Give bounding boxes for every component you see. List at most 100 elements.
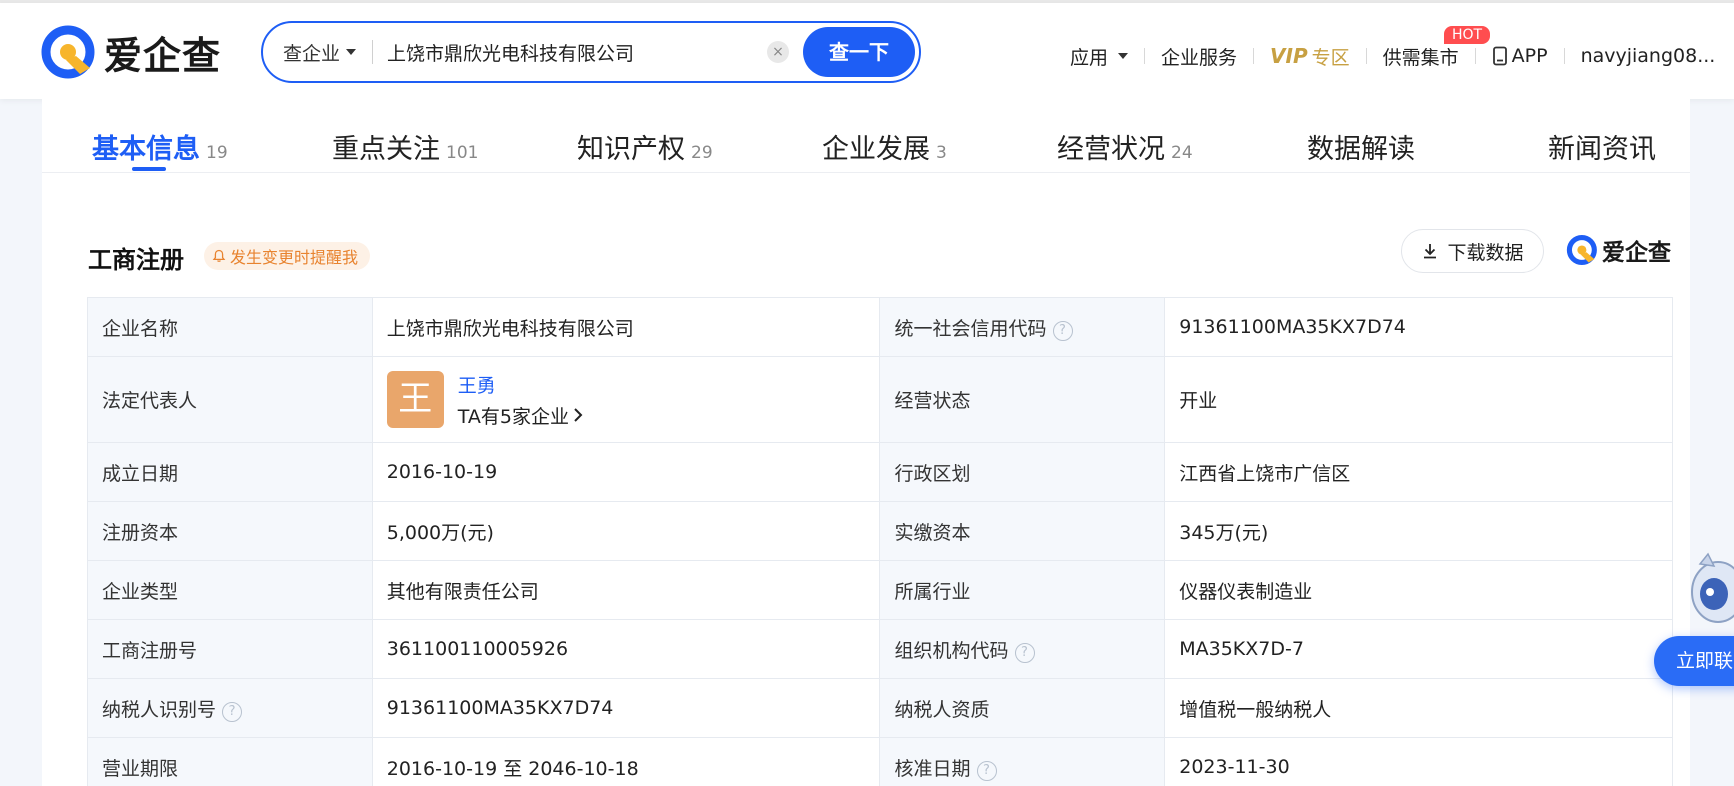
field-value: 361100110005926 bbox=[371, 619, 881, 679]
field-value: 2016-10-19 至 2046-10-18 bbox=[371, 737, 881, 786]
field-value: 2023-11-30 bbox=[1164, 737, 1673, 786]
field-value: 91361100MA35KX7D74 bbox=[371, 678, 881, 738]
field-label: 组织机构代码? bbox=[879, 619, 1166, 679]
table-row: 成立日期 2016-10-19 行政区划 江西省上饶市广信区 bbox=[87, 442, 1673, 502]
chevron-down-icon bbox=[1118, 53, 1129, 59]
search-button[interactable]: 查一下 bbox=[803, 27, 915, 77]
field-value: 5,000万(元) bbox=[371, 501, 881, 561]
brand-text: 爱企查 bbox=[1602, 240, 1671, 266]
tab-intellectual-property[interactable]: 知识产权 29 bbox=[577, 127, 713, 166]
logo-text: 爱企查 bbox=[104, 33, 222, 78]
field-label: 法定代表人 bbox=[87, 356, 373, 443]
tab-label: 基本信息 bbox=[92, 134, 200, 165]
nav-user-account[interactable]: navyjiang08... bbox=[1581, 45, 1716, 67]
legal-representative-link[interactable]: 王勇 bbox=[458, 371, 583, 398]
hot-badge: HOT bbox=[1444, 26, 1491, 44]
field-value: 91361100MA35KX7D74 bbox=[1164, 297, 1673, 357]
tab-basic-info[interactable]: 基本信息 19 bbox=[92, 127, 228, 166]
nav-apps-label: 应用 bbox=[1070, 46, 1109, 69]
table-row: 企业类型 其他有限责任公司 所属行业 仪器仪表制造业 bbox=[87, 560, 1673, 620]
nav-supply-market[interactable]: 供需集市 bbox=[1383, 43, 1459, 70]
tab-news[interactable]: 新闻资讯 bbox=[1548, 127, 1656, 166]
tab-count: 3 bbox=[936, 143, 947, 163]
vip-suffix-label: 专区 bbox=[1311, 46, 1350, 69]
related-companies-label: TA有5家企业 bbox=[457, 405, 569, 428]
logo-q-icon bbox=[1566, 234, 1597, 266]
help-icon[interactable]: ? bbox=[222, 701, 243, 722]
field-label: 纳税人识别号? bbox=[87, 678, 373, 738]
search-input[interactable] bbox=[387, 41, 758, 63]
tab-count: 24 bbox=[1171, 143, 1193, 163]
search-type-select[interactable]: 查企业 bbox=[283, 39, 357, 66]
tab-bar: 基本信息 19 重点关注 101 知识产权 29 企业发展 3 经营状况 24 数据解读 … bbox=[42, 99, 1690, 173]
field-label: 实缴资本 bbox=[879, 501, 1166, 561]
search-type-label: 查企业 bbox=[283, 42, 341, 65]
vip-label: VIP bbox=[1270, 44, 1308, 68]
field-value: 开业 bbox=[1164, 356, 1673, 443]
nav-enterprise-services[interactable]: 企业服务 bbox=[1161, 43, 1237, 70]
field-label-text: 核准日期 bbox=[894, 757, 971, 780]
avatar[interactable]: 王 bbox=[386, 371, 444, 428]
field-label: 行政区划 bbox=[879, 442, 1166, 502]
top-header: 爱企查 查企业 × 查一下 应用 企业服务 VIP 专区 供需集市 bbox=[0, 3, 1734, 99]
tab-development[interactable]: 企业发展 3 bbox=[822, 127, 947, 166]
nav-divider bbox=[1474, 48, 1476, 64]
aiqicha-logo[interactable]: 爱企查 bbox=[40, 21, 221, 83]
main-content: 基本信息 19 重点关注 101 知识产权 29 企业发展 3 经营状况 24 数据解读 … bbox=[42, 99, 1690, 786]
field-value: 345万(元) bbox=[1164, 501, 1673, 561]
chevron-down-icon bbox=[346, 49, 357, 55]
field-label: 企业名称 bbox=[87, 297, 373, 357]
nav-apps[interactable]: 应用 bbox=[1070, 43, 1129, 70]
field-label: 营业期限 bbox=[87, 737, 373, 786]
active-tab-indicator bbox=[132, 167, 166, 171]
download-icon bbox=[1424, 244, 1437, 259]
help-icon[interactable]: ? bbox=[1014, 642, 1035, 663]
table-row: 工商注册号 361100110005926 组织机构代码? MA35KX7D-7 bbox=[87, 619, 1673, 679]
brand-watermark: 爱企查 bbox=[1566, 233, 1671, 267]
change-remind-button[interactable]: 发生变更时提醒我 bbox=[204, 242, 371, 270]
contact-now-button[interactable]: 立即联 bbox=[1654, 636, 1734, 686]
help-icon[interactable]: ? bbox=[976, 760, 997, 781]
table-row: 法定代表人 王 王勇 TA有5家企业 经营状态 开业 bbox=[87, 356, 1673, 443]
tab-label: 数据解读 bbox=[1307, 134, 1415, 165]
tab-count: 101 bbox=[446, 143, 479, 163]
tab-label: 新闻资讯 bbox=[1548, 134, 1656, 165]
field-label: 经营状态 bbox=[879, 356, 1166, 443]
nav-divider bbox=[1563, 48, 1565, 64]
related-companies-link[interactable]: TA有5家企业 bbox=[458, 402, 583, 429]
field-label: 注册资本 bbox=[87, 501, 373, 561]
table-row: 营业期限 2016-10-19 至 2046-10-18 核准日期? 2023-… bbox=[87, 737, 1673, 786]
legal-representative: 王 王勇 TA有5家企业 bbox=[386, 371, 866, 429]
download-data-button[interactable]: 下载数据 bbox=[1401, 229, 1544, 273]
field-value: MA35KX7D-7 bbox=[1164, 619, 1673, 679]
logo-q-icon bbox=[41, 25, 95, 79]
field-label: 成立日期 bbox=[87, 442, 373, 502]
remind-label: 发生变更时提醒我 bbox=[230, 248, 359, 267]
table-row: 纳税人识别号? 91361100MA35KX7D74 纳税人资质 增值税一般纳税… bbox=[87, 678, 1673, 738]
tab-label: 经营状况 bbox=[1057, 134, 1165, 165]
robot-mascot-icon[interactable] bbox=[1680, 552, 1734, 632]
phone-icon bbox=[1492, 46, 1507, 66]
nav-divider bbox=[1144, 48, 1146, 64]
nav-divider bbox=[1253, 48, 1255, 64]
help-icon[interactable]: ? bbox=[1052, 320, 1073, 341]
legal-representative-info: 王勇 TA有5家企业 bbox=[458, 371, 583, 429]
field-label-text: 纳税人识别号 bbox=[102, 698, 217, 721]
clear-icon[interactable]: × bbox=[767, 41, 790, 63]
tab-data-insights[interactable]: 数据解读 bbox=[1307, 127, 1415, 166]
nav-app-label: APP bbox=[1511, 45, 1548, 67]
field-value: 其他有限责任公司 bbox=[371, 560, 881, 620]
tab-key-focus[interactable]: 重点关注 101 bbox=[332, 127, 478, 166]
search-divider bbox=[372, 40, 374, 64]
legal-representative-cell: 王 王勇 TA有5家企业 bbox=[371, 356, 881, 443]
bell-icon bbox=[212, 249, 226, 262]
tab-count: 29 bbox=[691, 143, 713, 163]
nav-vip-zone[interactable]: VIP 专区 bbox=[1270, 43, 1350, 70]
field-value: 江西省上饶市广信区 bbox=[1164, 442, 1673, 502]
top-nav: 应用 企业服务 VIP 专区 供需集市 APP navyjiang08... bbox=[1070, 41, 1715, 71]
field-label-text: 统一社会信用代码 bbox=[894, 317, 1047, 340]
field-value: 仪器仪表制造业 bbox=[1164, 560, 1673, 620]
section-title: 工商注册 bbox=[88, 246, 184, 274]
nav-app[interactable]: APP bbox=[1492, 45, 1548, 67]
tab-operations[interactable]: 经营状况 24 bbox=[1057, 127, 1193, 166]
